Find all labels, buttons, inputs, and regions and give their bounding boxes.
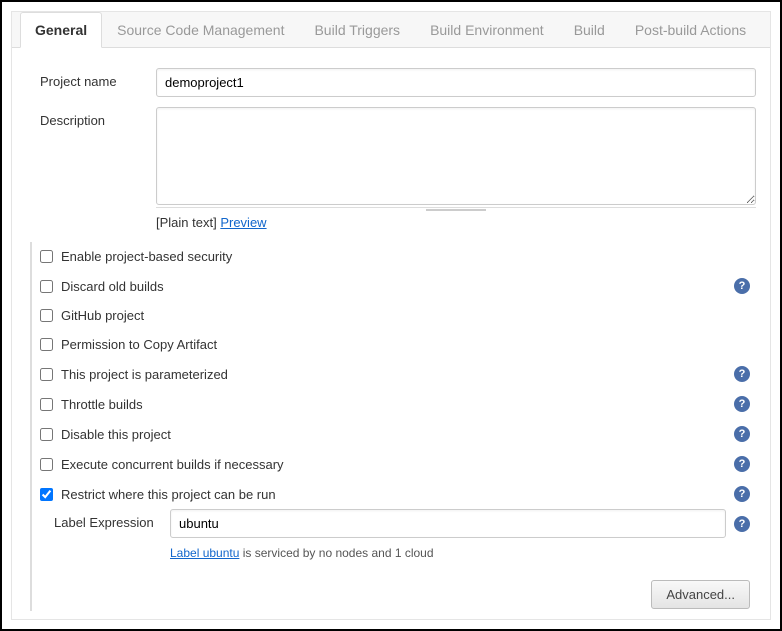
opt-label: Execute concurrent builds if necessary xyxy=(61,457,734,472)
description-textarea[interactable] xyxy=(156,107,756,205)
cb-disable-project[interactable] xyxy=(40,428,53,441)
cb-copy-artifact[interactable] xyxy=(40,338,53,351)
tab-build-environment[interactable]: Build Environment xyxy=(415,12,559,47)
tab-build[interactable]: Build xyxy=(559,12,620,47)
help-icon[interactable]: ? xyxy=(734,456,750,472)
opt-parameterized: This project is parameterized ? xyxy=(40,359,756,389)
preview-link[interactable]: Preview xyxy=(220,215,266,230)
options-list: Enable project-based security Discard ol… xyxy=(30,242,756,611)
config-tabs: General Source Code Management Build Tri… xyxy=(12,12,770,48)
opt-label: Throttle builds xyxy=(61,397,734,412)
opt-concurrent-builds: Execute concurrent builds if necessary ? xyxy=(40,449,756,479)
label-expression-input[interactable] xyxy=(170,509,726,538)
tab-general[interactable]: General xyxy=(20,12,102,48)
opt-label: Permission to Copy Artifact xyxy=(61,337,756,352)
project-name-label: Project name xyxy=(26,68,156,89)
help-icon[interactable]: ? xyxy=(734,426,750,442)
textarea-resize-handle[interactable] xyxy=(156,207,756,211)
cb-github-project[interactable] xyxy=(40,309,53,322)
help-icon[interactable]: ? xyxy=(734,278,750,294)
opt-label: Discard old builds xyxy=(61,279,734,294)
cb-throttle-builds[interactable] xyxy=(40,398,53,411)
help-icon[interactable]: ? xyxy=(734,516,750,532)
tab-post-build[interactable]: Post-build Actions xyxy=(620,12,761,47)
cb-enable-security[interactable] xyxy=(40,250,53,263)
cb-discard-old-builds[interactable] xyxy=(40,280,53,293)
plain-text-label: [Plain text] xyxy=(156,215,217,230)
label-expression-label: Label Expression xyxy=(54,509,170,530)
opt-discard-old-builds: Discard old builds ? xyxy=(40,271,756,301)
label-msg-tail: is serviced by no nodes and 1 cloud xyxy=(239,546,433,560)
label-ubuntu-link[interactable]: Label ubuntu xyxy=(170,546,239,560)
cb-parameterized[interactable] xyxy=(40,368,53,381)
opt-throttle-builds: Throttle builds ? xyxy=(40,389,756,419)
opt-label: Enable project-based security xyxy=(61,249,756,264)
tab-build-triggers[interactable]: Build Triggers xyxy=(299,12,415,47)
restrict-sub-section: Label Expression ? Label ubuntu is servi… xyxy=(54,509,756,560)
opt-copy-artifact: Permission to Copy Artifact xyxy=(40,330,756,359)
help-icon[interactable]: ? xyxy=(734,396,750,412)
general-panel: Project name Description [Plain text] Pr… xyxy=(12,48,770,620)
opt-restrict-node: Restrict where this project can be run ? xyxy=(40,479,756,509)
project-name-input[interactable] xyxy=(156,68,756,97)
opt-label: This project is parameterized xyxy=(61,367,734,382)
advanced-button[interactable]: Advanced... xyxy=(651,580,750,609)
cb-restrict-node[interactable] xyxy=(40,488,53,501)
help-icon[interactable]: ? xyxy=(734,486,750,502)
opt-enable-security: Enable project-based security xyxy=(40,242,756,271)
opt-label: GitHub project xyxy=(61,308,756,323)
description-label: Description xyxy=(26,107,156,128)
cb-concurrent-builds[interactable] xyxy=(40,458,53,471)
opt-label: Disable this project xyxy=(61,427,734,442)
opt-github-project: GitHub project xyxy=(40,301,756,330)
opt-label: Restrict where this project can be run xyxy=(61,487,734,502)
help-icon[interactable]: ? xyxy=(734,366,750,382)
tab-scm[interactable]: Source Code Management xyxy=(102,12,299,47)
opt-disable-project: Disable this project ? xyxy=(40,419,756,449)
